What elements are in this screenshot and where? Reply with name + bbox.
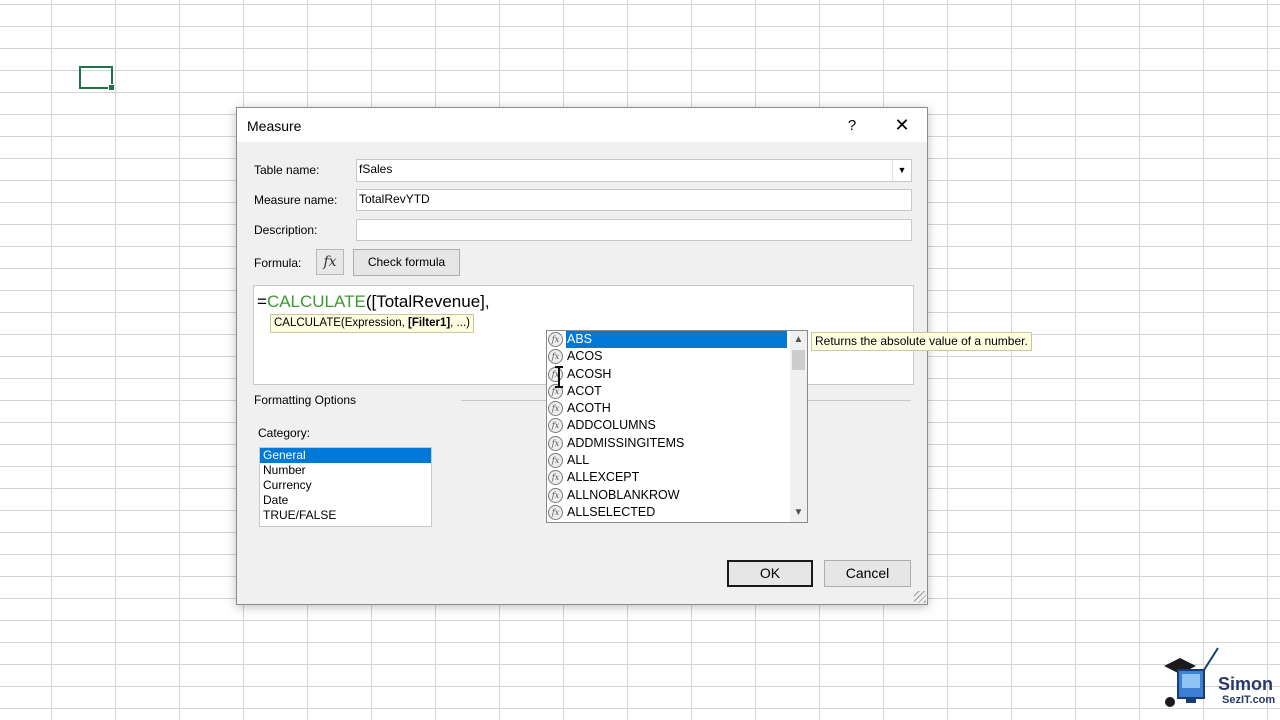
- autocomplete-item-label: ALL: [567, 453, 590, 468]
- function-icon: fx: [548, 435, 563, 451]
- formula-arguments: ([TotalRevenue],: [365, 292, 490, 311]
- autocomplete-item-label: ACOS: [567, 349, 603, 364]
- chevron-down-icon[interactable]: ▼: [892, 160, 911, 181]
- simonsezit-logo: Simon SezIT.com: [1160, 640, 1275, 716]
- function-icon: fx: [548, 453, 563, 469]
- formula-keyword: CALCULATE: [266, 292, 366, 311]
- autocomplete-item-label: ADDCOLUMNS: [567, 418, 656, 433]
- function-autocomplete-list[interactable]: fx ABS fx ACOS fx ACOSH fx ACOT fx ACOTH fx AD…: [546, 330, 808, 523]
- measure-name-value: TotalRevYTD: [359, 192, 430, 206]
- function-icon: fx: [548, 504, 563, 520]
- autocomplete-item[interactable]: fx ALLSELECTED: [547, 504, 807, 521]
- formula-equals: =: [257, 292, 267, 311]
- autocomplete-item-label: ACOT: [567, 383, 602, 398]
- description-label: Description:: [254, 223, 318, 237]
- autocomplete-item[interactable]: fx ALLEXCEPT: [547, 469, 807, 486]
- mascot-icon: [1164, 647, 1219, 707]
- measure-name-input[interactable]: TotalRevYTD: [356, 189, 912, 211]
- table-name-label: Table name:: [254, 163, 320, 177]
- fill-handle[interactable]: [108, 84, 115, 91]
- autocomplete-item[interactable]: fx ACOT: [547, 383, 807, 400]
- autocomplete-item-label: ALLEXCEPT: [567, 470, 640, 485]
- text-cursor-icon: [555, 366, 563, 388]
- signature-current-arg: [Filter1]: [408, 317, 451, 329]
- category-item-true-false[interactable]: TRUE/FALSE: [260, 508, 431, 523]
- ok-button[interactable]: OK: [727, 560, 813, 587]
- function-icon: fx: [548, 470, 563, 486]
- measure-name-label: Measure name:: [254, 193, 338, 207]
- formula-text: =CALCULATE([TotalRevenue],: [257, 292, 490, 312]
- autocomplete-item-label: ACOSH: [567, 366, 612, 381]
- dialog-title: Measure: [247, 118, 302, 134]
- selected-cell[interactable]: [79, 66, 115, 91]
- dialog-titlebar: Measure ? ✕: [237, 108, 927, 142]
- formatting-options-label: Formatting Options: [254, 393, 357, 407]
- autocomplete-item[interactable]: fx ABS: [547, 331, 807, 348]
- autocomplete-item[interactable]: fx ACOS: [547, 348, 807, 365]
- function-icon: fx: [548, 418, 563, 434]
- function-icon: fx: [548, 366, 563, 382]
- signature-suffix: , ...): [450, 317, 470, 329]
- category-label: Category:: [258, 426, 311, 440]
- signature-prefix: CALCULATE(Expression,: [274, 317, 408, 329]
- autocomplete-item-label: ALLNOBLANKROW: [567, 487, 680, 502]
- function-signature-tooltip: CALCULATE(Expression, [Filter1], ...): [270, 314, 474, 333]
- help-button[interactable]: ?: [840, 116, 864, 136]
- category-item-currency[interactable]: Currency: [260, 478, 431, 493]
- cancel-button[interactable]: Cancel: [824, 560, 911, 587]
- function-icon: fx: [548, 401, 563, 417]
- measure-dialog: Measure ? ✕ Table name: fSales ▼ Measure…: [236, 107, 1032, 605]
- autocomplete-item[interactable]: fx ALL: [547, 452, 807, 469]
- check-formula-button[interactable]: Check formula: [353, 249, 460, 276]
- function-icon: fx: [548, 332, 563, 347]
- function-icon: fx: [548, 349, 563, 365]
- autocomplete-scrollbar[interactable]: ▲ ▼: [790, 331, 807, 522]
- resize-grip[interactable]: [914, 591, 926, 603]
- formula-label: Formula:: [254, 256, 302, 270]
- close-button[interactable]: ✕: [890, 114, 914, 136]
- autocomplete-item[interactable]: fx ACOTH: [547, 400, 807, 417]
- insert-function-button[interactable]: fx: [316, 249, 344, 275]
- description-input[interactable]: [356, 219, 912, 241]
- autocomplete-item-label: ALLSELECTED: [567, 504, 656, 519]
- category-item-general[interactable]: General: [260, 448, 431, 463]
- category-item-date[interactable]: Date: [260, 493, 431, 508]
- scroll-up-icon[interactable]: ▲: [790, 332, 807, 348]
- autocomplete-item-label: ADDMISSINGITEMS: [567, 435, 685, 450]
- category-item-number[interactable]: Number: [260, 463, 431, 478]
- logo-simon-text: Simon: [1218, 674, 1274, 694]
- category-list[interactable]: General Number Currency Date TRUE/FALSE: [259, 447, 432, 527]
- autocomplete-item[interactable]: fx ADDMISSINGITEMS: [547, 435, 807, 452]
- autocomplete-item[interactable]: fx ALLNOBLANKROW: [547, 487, 807, 504]
- table-name-combo[interactable]: fSales ▼: [356, 159, 912, 182]
- autocomplete-item[interactable]: fx ADDCOLUMNS: [547, 417, 807, 434]
- autocomplete-item[interactable]: fx ACOSH: [547, 366, 807, 383]
- table-name-value: fSales: [359, 162, 393, 176]
- autocomplete-item-label: ACOTH: [567, 401, 611, 416]
- logo-sub-text: SezIT.com: [1222, 694, 1276, 706]
- scrollbar-thumb[interactable]: [792, 350, 805, 370]
- scroll-down-icon[interactable]: ▼: [790, 505, 807, 521]
- function-icon: fx: [548, 487, 563, 503]
- autocomplete-item-label: ABS: [566, 331, 787, 348]
- function-description-tooltip: Returns the absolute value of a number.: [811, 332, 1032, 351]
